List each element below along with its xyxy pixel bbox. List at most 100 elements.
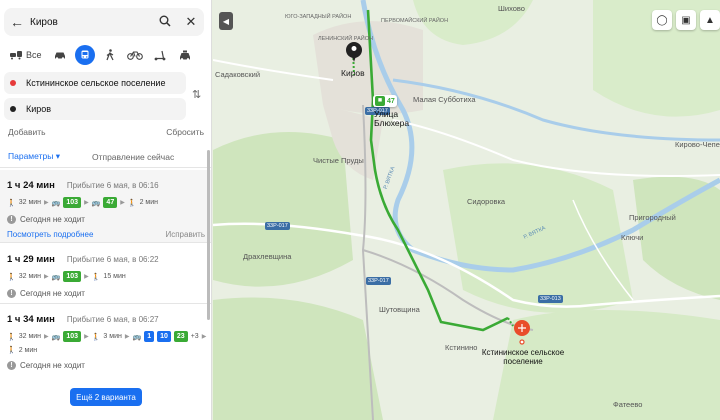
destination-field[interactable]: Киров (4, 98, 186, 120)
map-label-sidorovka: Сидоровка (467, 197, 506, 206)
chevron-right-icon: ▶ (124, 334, 130, 340)
params-row: Параметры ▾ Отправление сейчас (0, 146, 211, 168)
destination-text: Киров (26, 104, 52, 114)
view-details-link[interactable]: Посмотреть подробнее (7, 230, 93, 239)
walk-duration: 32 мин (18, 199, 42, 206)
road-shield: 33Р-017 (265, 222, 290, 230)
map-label-prigorodny: Пригородный (629, 213, 676, 222)
warning-icon: ! (7, 215, 16, 224)
origin-text: Кстининское сельское поселение (26, 78, 166, 88)
map-label-shikhovo: Шихово (498, 4, 525, 13)
divider (0, 303, 211, 304)
route-steps: 🚶 32 мин ▶ 🚌 103 ▶ 🚶 15 мин (7, 271, 211, 282)
walk-icon: 🚶 (7, 347, 16, 354)
bus-icon: ■ (375, 96, 385, 106)
road-shield: 33Р-013 (538, 295, 563, 303)
map-view[interactable]: ◀ ◯ ▣ ▲ Шихово ЮГО-ЗАПАДНЫЙ РАЙОН ПЕРВОМ… (213, 0, 720, 420)
walk-duration: 32 мин (18, 273, 42, 280)
reset-link[interactable]: Сбросить (166, 127, 204, 137)
route-arrival: Прибытие 6 мая, в 06:16 (66, 181, 159, 190)
route-duration: 1 ч 34 мин (7, 314, 55, 325)
destination-dot (10, 106, 16, 112)
search-bar[interactable]: ← Киров ✕ (4, 8, 204, 36)
bicycle-icon[interactable] (125, 45, 145, 65)
route-arrival: Прибытие 6 мая, в 06:22 (66, 255, 159, 264)
departure-selector[interactable]: Отправление сейчас (92, 152, 174, 162)
add-point-link[interactable]: Добавить (8, 127, 46, 137)
more-variants-button[interactable]: Ещё 2 варианта (70, 388, 142, 406)
ruler-icon[interactable]: ▲ (700, 10, 720, 30)
close-icon[interactable]: ✕ (178, 14, 204, 30)
divider (0, 242, 211, 243)
map-label-malaya: Малая Субботиха (413, 95, 476, 104)
scooter-icon[interactable] (150, 45, 170, 65)
destination-label: Кстининское сельское поселение (481, 348, 565, 366)
walk-icon: 🚶 (91, 273, 101, 281)
mode-all[interactable]: Все (6, 45, 45, 65)
route-duration: 1 ч 24 мин (7, 180, 55, 191)
fix-link[interactable]: Исправить (165, 230, 205, 239)
route-option-3[interactable]: 1 ч 34 мин Прибытие 6 мая, в 06:27 🚶 32 … (0, 314, 211, 374)
bus-number-badge: 47 (103, 197, 118, 208)
bus-number-badge: 103 (63, 197, 82, 208)
map-label-district: ЛЕНИНСКИЙ РАЙОН (318, 36, 373, 42)
warning-icon: ! (7, 289, 16, 298)
bus-icon: 🚌 (91, 199, 101, 207)
bus-stop-badge[interactable]: ■ 47 (373, 95, 397, 107)
bus-number-badge: 103 (63, 331, 82, 342)
route-option-1[interactable]: 1 ч 24 мин Прибытие 6 мая, в 06:16 🚶 32 … (0, 170, 211, 242)
route-panel: ← Киров ✕ Все Кстининское сельское посел… (0, 0, 212, 420)
chevron-right-icon: ▶ (44, 200, 49, 206)
warning-icon: ! (7, 361, 16, 370)
origin-dot (10, 80, 16, 86)
road-shield: 33Р-017 (366, 277, 391, 285)
route-steps-continued: 🚶 2 мин (7, 346, 211, 355)
walk-duration: 2 мин (139, 199, 158, 206)
layers-icon[interactable]: ◯ (652, 10, 672, 30)
walk-icon: 🚶 (127, 199, 137, 207)
map-label-district: ЮГО-ЗАПАДНЫЙ РАЙОН (285, 14, 352, 20)
schedule-warning: Сегодня не ходит (20, 289, 85, 298)
route-option-2[interactable]: 1 ч 29 мин Прибытие 6 мая, в 06:22 🚶 32 … (0, 254, 211, 300)
arrow-left-icon[interactable]: ← (4, 14, 30, 30)
walk-duration: 3 мин (103, 333, 122, 340)
route-steps: 🚶 32 мин ▶ 🚌 103 ▶ 🚌 47 ▶ 🚶 2 мин (7, 197, 211, 208)
panorama-icon[interactable]: ▣ (676, 10, 696, 30)
walk-icon: 🚶 (7, 333, 16, 341)
walk-icon: 🚶 (91, 333, 101, 341)
map-label-drakhl: Драхлевщина (243, 252, 292, 261)
walk-duration: 32 мин (18, 333, 42, 340)
more-buses-count: +3 (190, 333, 199, 340)
chevron-right-icon: ▶ (44, 334, 49, 340)
stop-label: Улица Блюхера (374, 109, 410, 128)
mode-all-label: Все (26, 50, 42, 60)
schedule-warning: Сегодня не ходит (20, 361, 85, 370)
transport-mode-bar: Все (6, 44, 206, 66)
origin-label: Киров (341, 68, 365, 78)
bus-number-badge: 1 (144, 331, 155, 342)
search-icon[interactable] (152, 15, 178, 30)
bus-icon[interactable] (74, 45, 95, 65)
origin-field[interactable]: Кстининское сельское поселение (4, 72, 186, 94)
collapse-panel-button[interactable]: ◀ (219, 12, 233, 30)
car-icon[interactable] (50, 45, 70, 65)
points-actions: Добавить Сбросить (8, 127, 204, 137)
walk-duration: 2 мин (18, 346, 38, 354)
bus-icon: 🚌 (51, 199, 61, 207)
map-label-sadakovsky: Садаковский (215, 70, 261, 79)
params-dropdown[interactable]: Параметры ▾ (8, 151, 60, 162)
map-label-fateevo: Фатеево (613, 400, 643, 409)
search-query[interactable]: Киров (30, 17, 152, 28)
route-steps: 🚶 32 мин ▶ 🚌 103 ▶ 🚶 3 мин ▶ 🚌 1 10 23 +… (7, 331, 211, 342)
map-canvas (213, 0, 720, 420)
swap-icon[interactable]: ⇅ (192, 88, 201, 101)
chevron-down-icon: ▾ (55, 151, 60, 161)
all-modes-icon (10, 51, 22, 60)
taxi-icon[interactable] (175, 45, 195, 65)
schedule-warning: Сегодня не ходит (20, 215, 85, 224)
map-label-kstinino: Кстинино (445, 343, 478, 352)
panel-scrollbar[interactable] (207, 150, 210, 320)
walk-icon[interactable] (100, 45, 120, 65)
map-label-shutovshina: Шутовщина (379, 305, 420, 314)
chevron-right-icon: ▶ (84, 274, 89, 280)
